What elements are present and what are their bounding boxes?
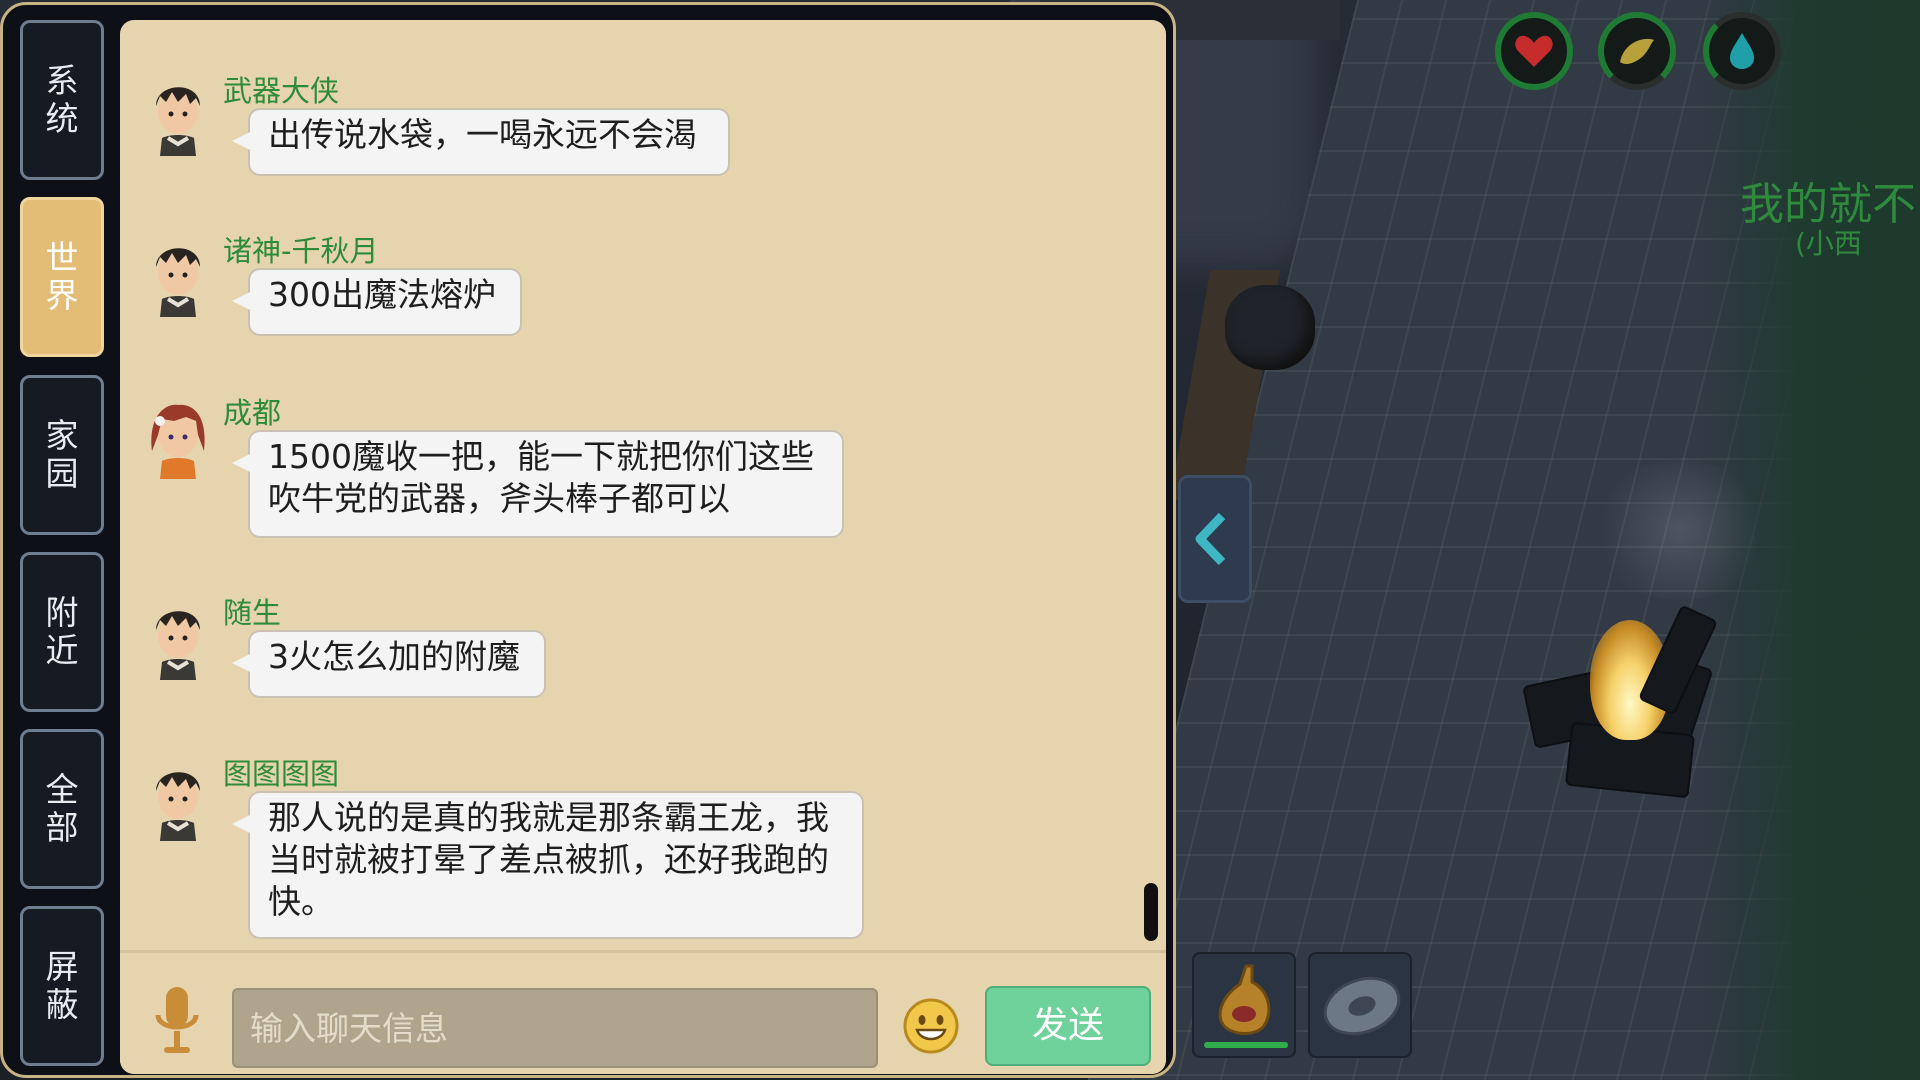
tab-label: 附近 <box>45 593 79 670</box>
girl-avatar <box>151 404 205 479</box>
tab-label: 全部 <box>45 770 79 847</box>
boy-avatar <box>156 87 200 156</box>
campfire[interactable] <box>1510 600 1740 810</box>
boy-avatar <box>156 772 200 841</box>
chat-input-bar: 发送 <box>120 950 1166 1074</box>
sender-name[interactable]: 武器大侠 <box>223 68 339 110</box>
sender-name[interactable]: 随生 <box>223 590 281 632</box>
chat-message-input[interactable] <box>232 988 878 1068</box>
pumpkin-lantern <box>1225 285 1315 370</box>
chat-message-area[interactable]: 武器大侠 出传说水袋，一喝永远不会渴 诸神-千秋月 300出魔法熔炉 成都 15… <box>120 20 1166 1074</box>
food-icon <box>1620 38 1654 65</box>
tab-blocked[interactable]: 屏蔽 <box>20 906 104 1066</box>
collapse-chat-button[interactable] <box>1178 475 1252 603</box>
tab-system[interactable]: 系统 <box>20 20 104 180</box>
sender-name[interactable]: 成都 <box>223 390 281 432</box>
durability-bar <box>1204 1042 1288 1048</box>
boy-avatar <box>156 611 200 680</box>
health-indicator <box>1495 12 1573 90</box>
chat-scrollbar[interactable] <box>1144 883 1158 941</box>
tab-label: 家园 <box>45 416 79 493</box>
emoji-icon[interactable] <box>901 996 961 1056</box>
tab-label: 系统 <box>45 61 79 138</box>
tab-nearby[interactable]: 附近 <box>20 552 104 712</box>
boy-avatar <box>156 248 200 317</box>
hunger-indicator <box>1598 12 1676 90</box>
chat-panel: 系统 世界 家园 附近 全部 屏蔽 武器大侠 出传说水袋，一喝永远不会渴 诸神-… <box>0 2 1176 1078</box>
message-bubble: 1500魔收一把，能一下就把你们这些吹牛党的武器，斧头棒子都可以 <box>232 430 844 538</box>
message-bubble: 300出魔法熔炉 <box>232 268 522 336</box>
tab-world[interactable]: 世界 <box>20 197 104 357</box>
tab-all[interactable]: 全部 <box>20 729 104 889</box>
player-subtitle-label: (小西 <box>1795 227 1862 260</box>
heart-icon <box>1515 35 1553 67</box>
hotbar-slot-2[interactable] <box>1308 952 1412 1058</box>
thirst-indicator <box>1703 12 1781 90</box>
water-bag-icon <box>1218 964 1271 1035</box>
microphone-icon[interactable] <box>154 985 200 1057</box>
disc-icon <box>1323 976 1401 1036</box>
hotbar-slot-1[interactable] <box>1192 952 1296 1058</box>
sender-name[interactable]: 图图图图 <box>223 751 339 793</box>
tab-label: 屏蔽 <box>45 947 79 1024</box>
tab-home[interactable]: 家园 <box>20 375 104 535</box>
chevron-left-icon <box>1195 512 1226 566</box>
message-bubble: 3火怎么加的附魔 <box>232 630 546 698</box>
sender-name[interactable]: 诸神-千秋月 <box>223 228 378 270</box>
message-bubble: 那人说的是真的我就是那条霸王龙，我当时就被打晕了差点被抓，还好我跑的快。 <box>232 791 864 939</box>
tab-label: 世界 <box>45 238 79 315</box>
smoke-effect <box>1590 460 1770 600</box>
message-bubble: 出传说水袋，一喝永远不会渴 <box>232 108 730 176</box>
water-drop-icon <box>1730 33 1754 69</box>
send-button[interactable]: 发送 <box>985 986 1151 1066</box>
